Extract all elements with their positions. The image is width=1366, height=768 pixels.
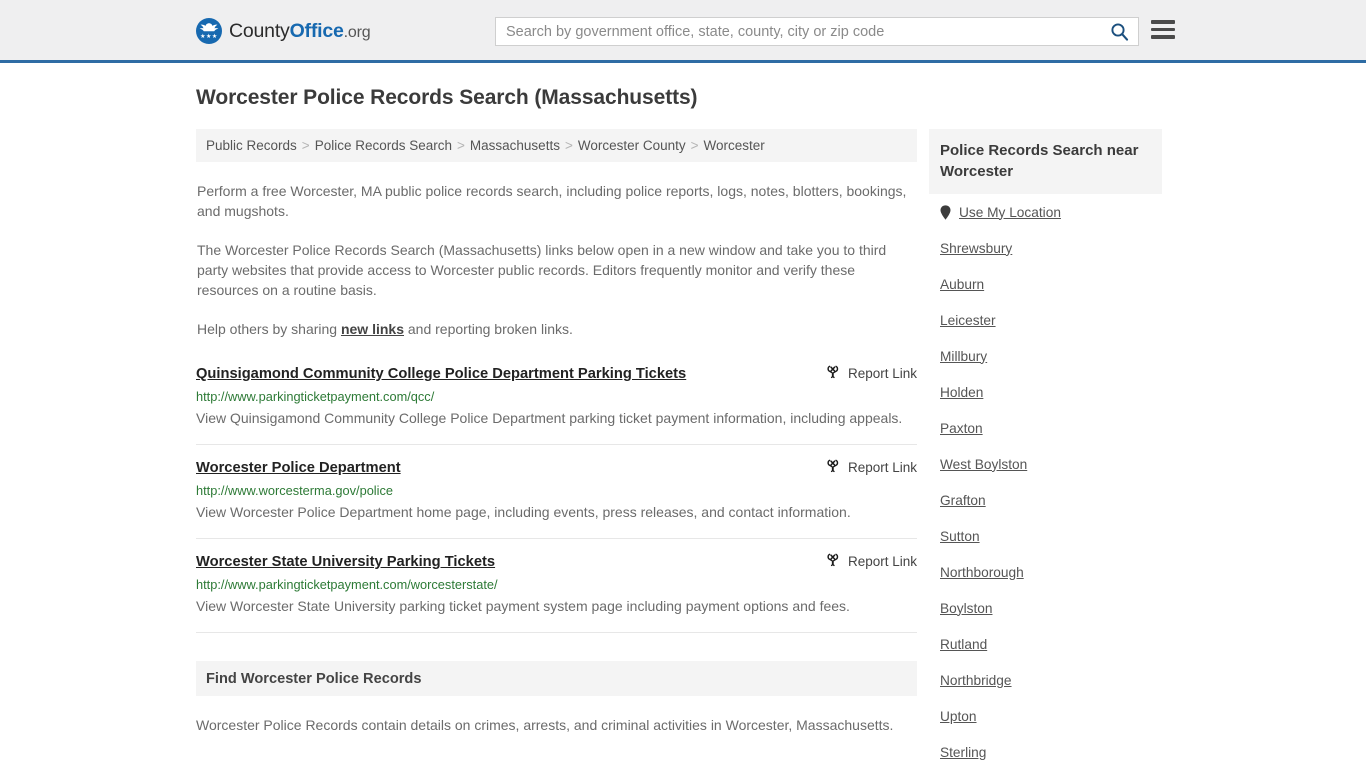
resource-description: View Quinsigamond Community College Poli… bbox=[196, 410, 903, 426]
hamburger-menu-icon[interactable] bbox=[1151, 20, 1175, 39]
breadcrumb-separator: > bbox=[564, 138, 573, 153]
report-link-label: Report Link bbox=[847, 365, 917, 381]
sidebar-item-sutton[interactable]: Sutton bbox=[940, 518, 1151, 554]
resource-url[interactable]: http://www.worcesterma.gov/police bbox=[196, 483, 917, 499]
page-title: Worcester Police Records Search (Massach… bbox=[196, 86, 698, 109]
sidebar-item-leicester[interactable]: Leicester bbox=[940, 302, 1151, 338]
report-link-button[interactable]: Report Link bbox=[825, 364, 917, 381]
brand-part-office: Office bbox=[289, 19, 344, 42]
resource-url[interactable]: http://www.parkingticketpayment.com/qcc/ bbox=[196, 389, 917, 405]
hamburger-bar bbox=[1151, 35, 1175, 39]
city-link[interactable]: Sterling bbox=[940, 745, 986, 760]
intro-paragraph-1: Perform a free Worcester, MA public poli… bbox=[197, 183, 907, 219]
county-office-emblem-icon: ★★★ bbox=[196, 18, 222, 44]
hamburger-bar bbox=[1151, 20, 1175, 24]
sidebar-item-west-boylston[interactable]: West Boylston bbox=[940, 446, 1151, 482]
city-link[interactable]: Grafton bbox=[940, 493, 986, 508]
site-logo[interactable]: ★★★ CountyOffice.org bbox=[196, 18, 371, 44]
intro-text: Perform a free Worcester, MA public poli… bbox=[196, 181, 917, 339]
find-records-heading: Find Worcester Police Records bbox=[196, 661, 917, 696]
city-link[interactable]: Northbridge bbox=[940, 673, 1012, 688]
stars-icon: ★★★ bbox=[200, 34, 218, 40]
resource-description: View Worcester State University parking … bbox=[196, 598, 850, 614]
sidebar-item-grafton[interactable]: Grafton bbox=[940, 482, 1151, 518]
broken-link-icon bbox=[827, 459, 839, 473]
report-link-label: Report Link bbox=[847, 459, 917, 475]
city-link[interactable]: Paxton bbox=[940, 421, 983, 436]
city-link[interactable]: Shrewsbury bbox=[940, 241, 1012, 256]
brand-wordmark: CountyOffice.org bbox=[229, 19, 371, 43]
sidebar: Police Records Search near Worcester Use… bbox=[929, 129, 1162, 768]
use-my-location-item[interactable]: Use My Location bbox=[940, 194, 1151, 230]
breadcrumb-item-worcester-county[interactable]: Worcester County bbox=[578, 138, 686, 153]
intro-paragraph-3: Help others by sharing new links and rep… bbox=[197, 319, 916, 339]
sidebar-item-upton[interactable]: Upton bbox=[940, 698, 1151, 734]
resource-title-link[interactable]: Worcester Police Department bbox=[196, 458, 401, 478]
brand-part-org: .org bbox=[343, 23, 371, 41]
intro-paragraph-2: The Worcester Police Records Search (Mas… bbox=[197, 242, 887, 298]
breadcrumb-item-worcester[interactable]: Worcester bbox=[704, 138, 765, 153]
city-link[interactable]: Boylston bbox=[940, 601, 993, 616]
sidebar-item-northbridge[interactable]: Northbridge bbox=[940, 662, 1151, 698]
breadcrumb: Public Records > Police Records Search >… bbox=[196, 129, 917, 162]
use-my-location-link[interactable]: Use My Location bbox=[959, 205, 1061, 220]
nearby-cities-list: Use My Location Shrewsbury Auburn Leices… bbox=[929, 194, 1162, 768]
list-item: Worcester Police Department Report Link bbox=[196, 445, 917, 539]
breadcrumb-item-police-records-search[interactable]: Police Records Search bbox=[315, 138, 452, 153]
resource-title-link[interactable]: Quinsigamond Community College Police De… bbox=[196, 364, 686, 384]
site-header: ★★★ CountyOffice.org bbox=[0, 0, 1366, 63]
location-pin-icon bbox=[940, 204, 951, 220]
city-link[interactable]: Auburn bbox=[940, 277, 984, 292]
sidebar-item-rutland[interactable]: Rutland bbox=[940, 626, 1151, 662]
search-button[interactable] bbox=[1100, 18, 1138, 45]
breadcrumb-item-public-records[interactable]: Public Records bbox=[206, 138, 297, 153]
breadcrumb-separator: > bbox=[457, 138, 465, 153]
city-link[interactable]: Leicester bbox=[940, 313, 996, 328]
list-item: Quinsigamond Community College Police De… bbox=[196, 364, 917, 445]
page-body: Worcester Police Records Search (Massach… bbox=[0, 63, 1366, 768]
report-link-button[interactable]: Report Link bbox=[825, 552, 917, 569]
city-link[interactable]: West Boylston bbox=[940, 457, 1027, 472]
sidebar-item-boylston[interactable]: Boylston bbox=[940, 590, 1151, 626]
resource-link-list: Quinsigamond Community College Police De… bbox=[196, 364, 917, 633]
city-link[interactable]: Sutton bbox=[940, 529, 980, 544]
main-content: Public Records > Police Records Search >… bbox=[196, 129, 917, 749]
sidebar-item-auburn[interactable]: Auburn bbox=[940, 266, 1151, 302]
city-link[interactable]: Holden bbox=[940, 385, 983, 400]
eagle-icon bbox=[199, 23, 219, 32]
report-link-button[interactable]: Report Link bbox=[825, 458, 917, 475]
city-link[interactable]: Northborough bbox=[940, 565, 1024, 580]
sidebar-item-sterling[interactable]: Sterling bbox=[940, 734, 1151, 768]
hamburger-bar bbox=[1151, 27, 1175, 31]
sidebar-item-paxton[interactable]: Paxton bbox=[940, 410, 1151, 446]
search-icon bbox=[1110, 23, 1128, 41]
sidebar-item-millbury[interactable]: Millbury bbox=[940, 338, 1151, 374]
broken-link-icon bbox=[827, 553, 839, 567]
resource-title-link[interactable]: Worcester State University Parking Ticke… bbox=[196, 552, 495, 572]
search-bar bbox=[495, 17, 1139, 46]
breadcrumb-separator: > bbox=[301, 138, 310, 153]
intro-p3-after: and reporting broken links. bbox=[404, 321, 573, 337]
broken-link-icon bbox=[827, 365, 839, 379]
sidebar-item-northborough[interactable]: Northborough bbox=[940, 554, 1151, 590]
city-link[interactable]: Rutland bbox=[940, 637, 987, 652]
new-links-link[interactable]: new links bbox=[341, 321, 404, 337]
breadcrumb-separator: > bbox=[690, 138, 699, 153]
sidebar-item-shrewsbury[interactable]: Shrewsbury bbox=[940, 230, 1151, 266]
resource-description: View Worcester Police Department home pa… bbox=[196, 504, 851, 520]
city-link[interactable]: Millbury bbox=[940, 349, 987, 364]
search-input[interactable] bbox=[496, 18, 1100, 45]
sidebar-item-holden[interactable]: Holden bbox=[940, 374, 1151, 410]
city-link[interactable]: Upton bbox=[940, 709, 977, 724]
resource-url[interactable]: http://www.parkingticketpayment.com/worc… bbox=[196, 577, 917, 593]
list-item: Worcester State University Parking Ticke… bbox=[196, 539, 917, 633]
breadcrumb-item-massachusetts[interactable]: Massachusetts bbox=[470, 138, 560, 153]
find-records-body: Worcester Police Records contain details… bbox=[196, 717, 894, 733]
brand-part-county: County bbox=[229, 19, 290, 42]
intro-p3-before: Help others by sharing bbox=[197, 321, 341, 337]
sidebar-heading: Police Records Search near Worcester bbox=[929, 129, 1162, 194]
report-link-label: Report Link bbox=[847, 553, 917, 569]
